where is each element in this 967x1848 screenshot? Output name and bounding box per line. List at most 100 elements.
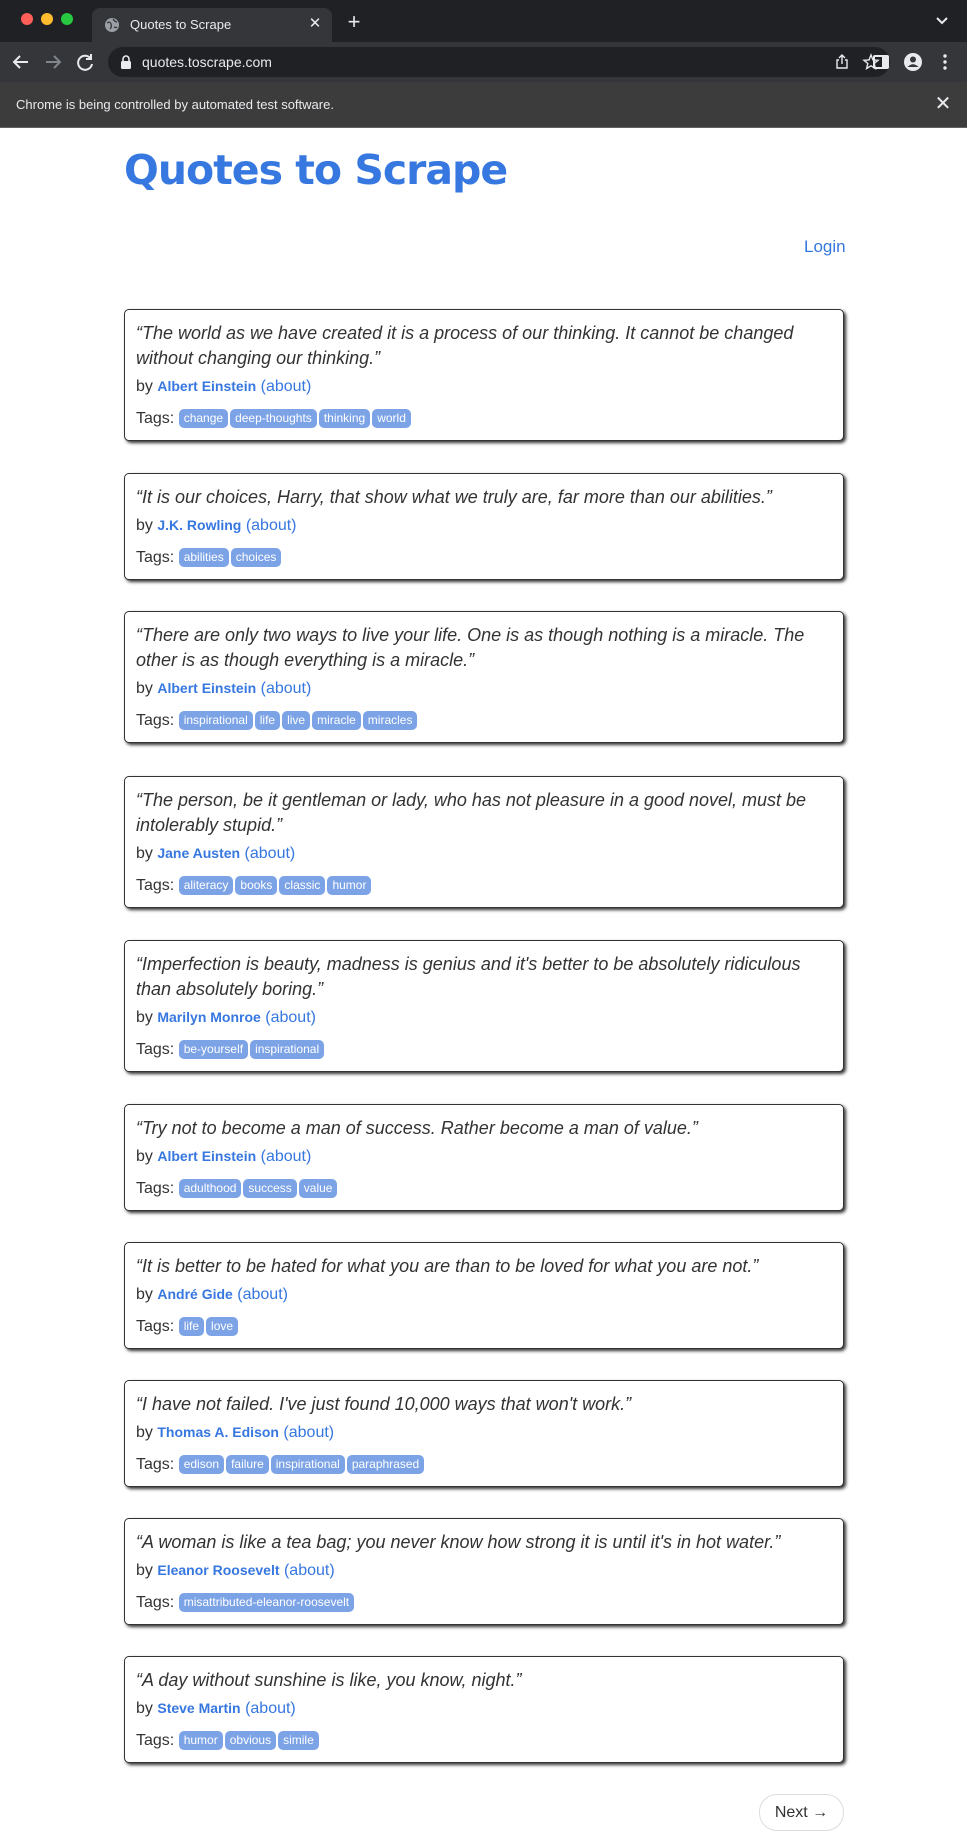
quote-card: “Try not to become a man of success. Rat… bbox=[124, 1104, 844, 1211]
tag-link[interactable]: inspirational bbox=[270, 1455, 345, 1474]
tags-line: Tags: abilities choices bbox=[136, 548, 832, 568]
quote-card: “It is better to be hated for what you a… bbox=[124, 1242, 844, 1349]
quote-card: “Imperfection is beauty, madness is geni… bbox=[124, 940, 844, 1072]
automation-infobar: Chrome is being controlled by automated … bbox=[0, 82, 967, 128]
maximize-window-button[interactable] bbox=[61, 13, 73, 25]
tag-link[interactable]: life bbox=[254, 711, 281, 730]
side-panel-icon[interactable] bbox=[870, 51, 892, 73]
author-name: Thomas A. Edison bbox=[157, 1424, 279, 1440]
author-about-link[interactable]: (about) bbox=[261, 680, 312, 697]
tag-link[interactable]: be-yourself bbox=[178, 1040, 249, 1059]
quote-text: “The person, be it gentleman or lady, wh… bbox=[136, 790, 807, 835]
author-line: by Albert Einstein (about) bbox=[136, 678, 832, 699]
tag-link[interactable]: obvious bbox=[224, 1731, 277, 1750]
tag-link[interactable]: classic bbox=[279, 876, 326, 895]
minimize-window-button[interactable] bbox=[41, 13, 53, 25]
tag-link[interactable]: books bbox=[235, 876, 278, 895]
author-line: by Steve Martin (about) bbox=[136, 1698, 832, 1719]
tag-link[interactable]: simile bbox=[278, 1731, 319, 1750]
browser-tab[interactable]: Quotes to Scrape ✕ bbox=[92, 8, 332, 42]
tag-link[interactable]: humor bbox=[327, 876, 372, 895]
forward-arrow-icon[interactable] bbox=[42, 51, 64, 73]
tags-line: Tags: humor obvious simile bbox=[136, 1731, 832, 1751]
tag-link[interactable]: life bbox=[178, 1317, 205, 1336]
tag-link[interactable]: success bbox=[243, 1179, 297, 1198]
tag-link[interactable]: adulthood bbox=[178, 1179, 242, 1198]
reload-icon[interactable] bbox=[74, 51, 96, 73]
author-name: Albert Einstein bbox=[157, 378, 257, 394]
chevron-down-icon[interactable] bbox=[935, 14, 949, 28]
tag-link[interactable]: abilities bbox=[178, 548, 229, 567]
tag-link[interactable]: miracle bbox=[312, 711, 361, 730]
back-arrow-icon[interactable] bbox=[10, 51, 32, 73]
tags-line: Tags: edison failure inspirational paraphra… bbox=[136, 1455, 832, 1475]
quote-card: “The person, be it gentleman or lady, wh… bbox=[124, 776, 844, 908]
quote-text: “Imperfection is beauty, madness is geni… bbox=[136, 954, 801, 999]
browser-tab-bar: Quotes to Scrape ✕ + bbox=[0, 0, 967, 42]
author-about-link[interactable]: (about) bbox=[245, 1700, 296, 1717]
next-page-button[interactable]: Next → bbox=[759, 1794, 844, 1831]
tag-link[interactable]: inspirational bbox=[178, 711, 253, 730]
tags-line: Tags: change deep-thoughts thinking world bbox=[136, 409, 832, 429]
kebab-menu-icon[interactable] bbox=[934, 51, 956, 73]
tags-label: Tags: bbox=[136, 1180, 175, 1197]
tag-link[interactable]: edison bbox=[178, 1455, 225, 1474]
close-icon[interactable]: ✕ bbox=[933, 94, 953, 114]
author-name: J.K. Rowling bbox=[157, 517, 242, 533]
profile-icon[interactable] bbox=[902, 51, 924, 73]
author-name: André Gide bbox=[157, 1286, 233, 1302]
tags-label: Tags: bbox=[136, 549, 175, 566]
quote-card: “It is our choices, Harry, that show wha… bbox=[124, 473, 844, 580]
author-about-link[interactable]: (about) bbox=[261, 1148, 312, 1165]
quote-text: “I have not failed. I've just found 10,0… bbox=[136, 1394, 632, 1414]
author-about-link[interactable]: (about) bbox=[246, 517, 297, 534]
lock-icon[interactable] bbox=[119, 54, 133, 70]
tag-link[interactable]: deep-thoughts bbox=[230, 409, 317, 428]
tag-link[interactable]: humor bbox=[178, 1731, 223, 1750]
tag-link[interactable]: inspirational bbox=[250, 1040, 325, 1059]
by-label: by bbox=[136, 517, 153, 534]
tag-link[interactable]: paraphrased bbox=[346, 1455, 425, 1474]
quote-text: “Try not to become a man of success. Rat… bbox=[136, 1118, 698, 1138]
author-name: Marilyn Monroe bbox=[157, 1009, 261, 1025]
tags-line: Tags: adulthood success value bbox=[136, 1179, 832, 1199]
tag-link[interactable]: change bbox=[178, 409, 229, 428]
author-line: by Thomas A. Edison (about) bbox=[136, 1422, 832, 1443]
tag-link[interactable]: thinking bbox=[318, 409, 371, 428]
close-window-button[interactable] bbox=[21, 13, 33, 25]
quote-text: “A woman is like a tea bag; you never kn… bbox=[136, 1532, 781, 1552]
site-title[interactable]: Quotes to Scrape bbox=[124, 146, 508, 194]
tag-link[interactable]: failure bbox=[226, 1455, 269, 1474]
quote-text: “There are only two ways to live your li… bbox=[136, 625, 805, 670]
tag-link[interactable]: aliteracy bbox=[178, 876, 234, 895]
address-bar[interactable]: quotes.toscrape.com bbox=[108, 47, 890, 77]
author-about-link[interactable]: (about) bbox=[265, 1009, 316, 1026]
author-about-link[interactable]: (about) bbox=[283, 1424, 334, 1441]
tag-link[interactable]: value bbox=[298, 1179, 338, 1198]
author-name: Jane Austen bbox=[157, 845, 241, 861]
plus-icon[interactable]: + bbox=[344, 11, 364, 33]
close-icon[interactable]: ✕ bbox=[306, 15, 324, 33]
quote-text: “It is better to be hated for what you a… bbox=[136, 1256, 759, 1276]
page-content: Quotes to Scrape Login “The world as we … bbox=[0, 128, 967, 1848]
author-about-link[interactable]: (about) bbox=[237, 1286, 288, 1303]
tag-link[interactable]: world bbox=[372, 409, 411, 428]
author-about-link[interactable]: (about) bbox=[284, 1562, 335, 1579]
share-icon[interactable] bbox=[834, 54, 850, 70]
infobar-message: Chrome is being controlled by automated … bbox=[16, 97, 334, 112]
author-line: by Albert Einstein (about) bbox=[136, 376, 832, 397]
author-about-link[interactable]: (about) bbox=[245, 845, 296, 862]
tag-link[interactable]: love bbox=[206, 1317, 239, 1336]
quote-card: “A woman is like a tea bag; you never kn… bbox=[124, 1518, 844, 1625]
tags-label: Tags: bbox=[136, 1456, 175, 1473]
login-link[interactable]: Login bbox=[804, 237, 846, 257]
tags-label: Tags: bbox=[136, 410, 175, 427]
author-about-link[interactable]: (about) bbox=[261, 378, 312, 395]
author-line: by Eleanor Roosevelt (about) bbox=[136, 1560, 832, 1581]
tag-link[interactable]: miracles bbox=[362, 711, 418, 730]
tag-link[interactable]: misattributed-eleanor-roosevelt bbox=[178, 1593, 355, 1612]
tag-link[interactable]: choices bbox=[230, 548, 282, 567]
by-label: by bbox=[136, 1562, 153, 1579]
tag-link[interactable]: live bbox=[282, 711, 311, 730]
quote-text: “A day without sunshine is like, you kno… bbox=[136, 1670, 522, 1690]
